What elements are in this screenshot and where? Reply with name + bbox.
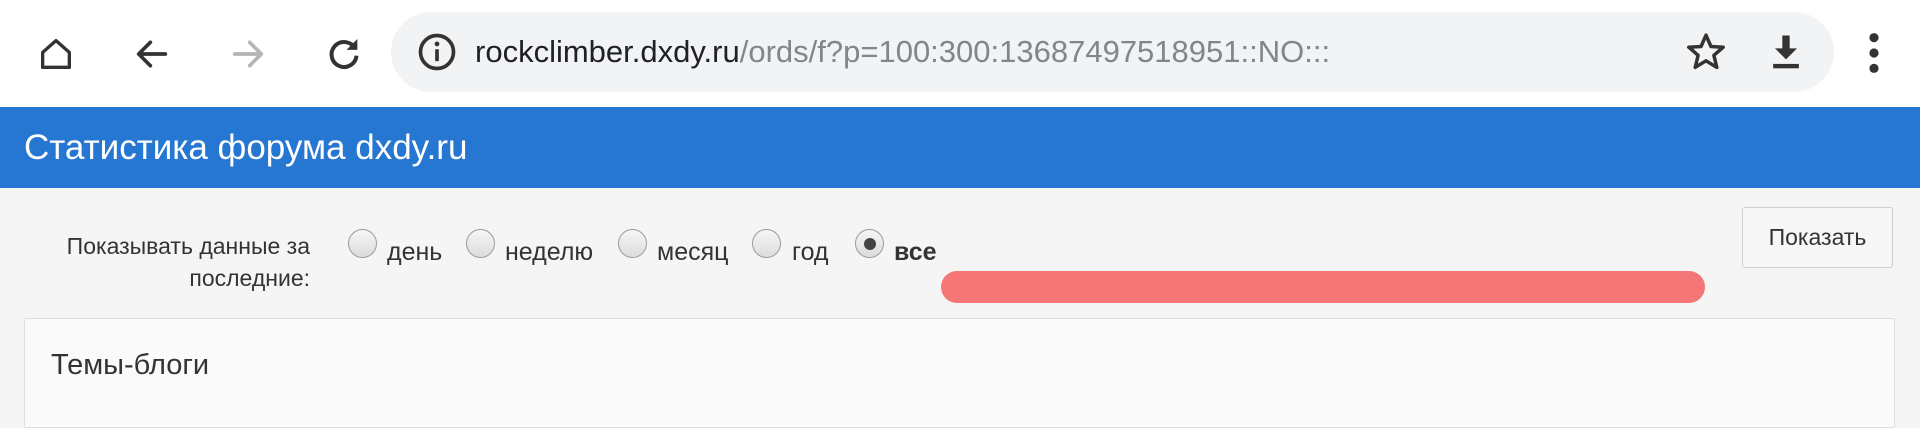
radio-day[interactable] [348,229,377,258]
home-icon [41,39,72,70]
redaction-bar [941,271,1705,303]
radio-month[interactable] [618,229,647,258]
back-button[interactable] [124,26,180,82]
forward-button[interactable] [220,26,276,82]
more-vert-icon[interactable] [1856,30,1892,76]
radio-week-label[interactable]: неделю [505,236,593,268]
url-host: rockclimber.dxdy.ru [475,34,740,69]
url-path: /ords/f?p=100:300:13687497518951::NO::: [739,34,1331,69]
show-button[interactable]: Показать [1742,207,1893,268]
radio-all-time-label-clip: все время [894,236,944,270]
radio-month-label[interactable]: месяц [657,236,728,268]
app-header: Статистика форума dxdy.ru [0,107,1920,188]
browser-toolbar: rockclimber.dxdy.ru/ords/f?p=100:300:136… [0,0,1920,107]
period-filter-label: Показывать данные за последние: [66,233,310,291]
address-bar[interactable]: rockclimber.dxdy.ru/ords/f?p=100:300:136… [391,12,1834,92]
url-text[interactable]: rockclimber.dxdy.ru/ords/f?p=100:300:136… [475,12,1330,92]
blog-topics-panel: Темы-блоги [24,318,1895,428]
forward-arrow-icon [232,40,264,68]
radio-year[interactable] [752,229,781,258]
radio-all-time[interactable] [855,229,884,258]
home-button[interactable] [28,26,84,82]
radio-year-label[interactable]: год [792,236,829,268]
info-icon[interactable] [415,30,459,74]
star-icon[interactable] [1684,30,1728,74]
radio-week[interactable] [466,229,495,258]
reload-button[interactable] [316,26,372,82]
download-icon[interactable] [1764,30,1808,74]
radio-all-time-label[interactable]: все время [894,236,944,268]
panel-title: Темы-блоги [51,349,210,381]
back-arrow-icon [136,40,168,68]
reload-icon [329,39,359,69]
page-title: Статистика форума dxdy.ru [24,128,468,167]
radio-day-label[interactable]: день [387,236,442,268]
